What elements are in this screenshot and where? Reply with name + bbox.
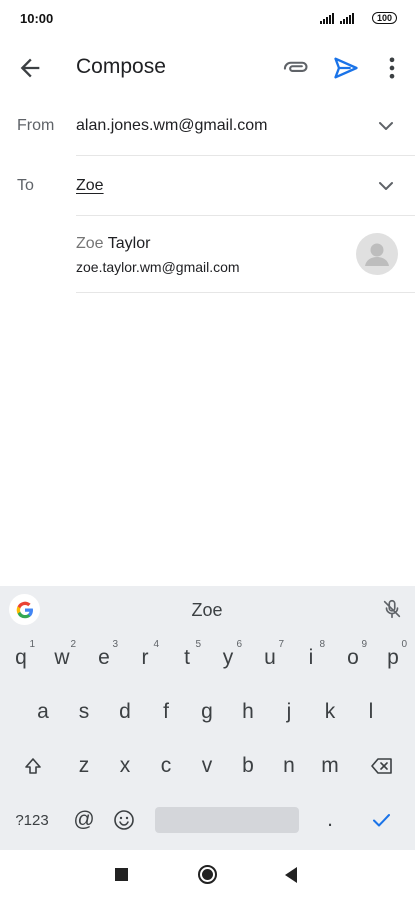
suggestion-name: Zoe Taylor <box>76 235 150 253</box>
page-title: Compose <box>76 55 166 78</box>
suggestion-email: zoe.taylor.wm@gmail.com <box>76 259 240 275</box>
key-y[interactable]: y6 <box>208 633 248 683</box>
status-bar: 10:00 100 <box>0 0 415 36</box>
app-bar: Compose <box>0 36 415 98</box>
avatar <box>356 233 398 275</box>
emoji-icon[interactable] <box>104 795 144 845</box>
key-x[interactable]: x <box>105 741 145 791</box>
battery-icon: 100 <box>371 12 397 24</box>
key-t[interactable]: t5 <box>167 633 207 683</box>
status-icons: 100 <box>319 12 397 24</box>
check-icon[interactable] <box>361 795 401 845</box>
to-input[interactable]: Zoe <box>76 177 104 195</box>
suggestion-name-rest: Taylor <box>103 235 151 252</box>
key-o[interactable]: o9 <box>333 633 373 683</box>
google-icon[interactable] <box>9 594 40 625</box>
key-m[interactable]: m <box>310 741 350 791</box>
key-c[interactable]: c <box>146 741 186 791</box>
key-d[interactable]: d <box>105 687 145 737</box>
key-b[interactable]: b <box>228 741 268 791</box>
to-row[interactable]: To Zoe <box>0 156 415 216</box>
key-j[interactable]: j <box>269 687 309 737</box>
signal-icon <box>319 12 334 24</box>
key-r[interactable]: r4 <box>125 633 165 683</box>
keyboard: Zoe q1 w2 e3 r4 t5 y6 u7 i8 o9 p0 a s d … <box>0 586 415 850</box>
key-v[interactable]: v <box>187 741 227 791</box>
chevron-down-icon[interactable] <box>374 174 398 198</box>
shift-icon[interactable] <box>13 741 53 791</box>
signal-icon <box>339 12 354 24</box>
key-q[interactable]: q1 <box>1 633 41 683</box>
key-k[interactable]: k <box>310 687 350 737</box>
send-icon[interactable] <box>332 54 360 82</box>
at-key[interactable]: @ <box>64 795 104 845</box>
symbols-key[interactable]: ?123 <box>12 795 52 845</box>
divider <box>76 292 415 293</box>
status-time: 10:00 <box>20 10 54 26</box>
contact-suggestion[interactable]: Zoe Taylor zoe.taylor.wm@gmail.com <box>0 216 415 292</box>
suggestion-name-match: Zoe <box>76 235 104 252</box>
key-i[interactable]: i8 <box>291 633 331 683</box>
keyboard-toolbar: Zoe <box>0 586 415 633</box>
key-l[interactable]: l <box>351 687 391 737</box>
key-n[interactable]: n <box>269 741 309 791</box>
paperclip-icon[interactable] <box>282 54 310 82</box>
to-label: To <box>17 177 34 194</box>
back-arrow-icon[interactable] <box>16 54 44 82</box>
back-icon[interactable] <box>285 867 297 883</box>
key-w[interactable]: w2 <box>42 633 82 683</box>
backspace-icon[interactable] <box>362 741 402 791</box>
from-field[interactable]: alan.jones.wm@gmail.com <box>76 117 267 135</box>
key-h[interactable]: h <box>228 687 268 737</box>
nav-bar <box>0 850 415 900</box>
mic-off-icon[interactable] <box>381 598 403 620</box>
from-label: From <box>17 117 55 134</box>
from-row[interactable]: From alan.jones.wm@gmail.com <box>0 96 415 156</box>
more-vert-icon[interactable] <box>378 54 406 82</box>
recents-icon[interactable] <box>115 868 128 881</box>
period-key[interactable]: . <box>310 795 350 845</box>
person-icon <box>365 243 389 266</box>
key-u[interactable]: u7 <box>250 633 290 683</box>
key-z[interactable]: z <box>64 741 104 791</box>
key-f[interactable]: f <box>146 687 186 737</box>
key-g[interactable]: g <box>187 687 227 737</box>
key-s[interactable]: s <box>64 687 104 737</box>
chevron-down-icon[interactable] <box>374 114 398 138</box>
compose-screen: 10:00 100 Compose From alan.jones.wm@gma… <box>0 0 415 900</box>
key-e[interactable]: e3 <box>84 633 124 683</box>
spacebar[interactable] <box>155 807 299 833</box>
key-a[interactable]: a <box>23 687 63 737</box>
key-p[interactable]: p0 <box>373 633 413 683</box>
keyboard-suggestion[interactable]: Zoe <box>157 600 257 621</box>
home-icon[interactable] <box>198 865 217 884</box>
